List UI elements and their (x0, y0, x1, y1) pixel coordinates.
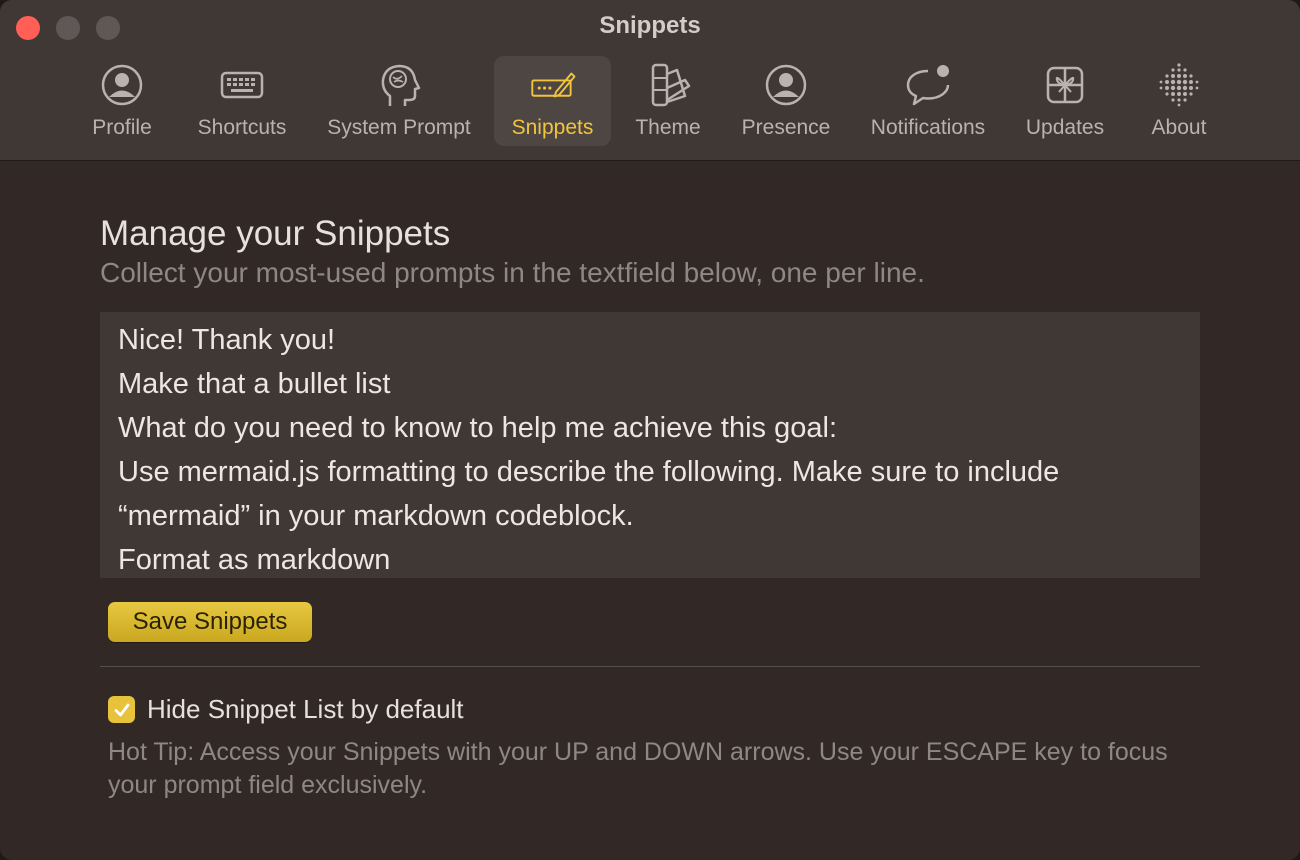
window-title: Snippets (599, 12, 701, 39)
keyboard-icon (219, 62, 265, 108)
divider (100, 666, 1200, 667)
snippet-line: Nice! Thank you! (118, 324, 336, 356)
snippet-line: What do you need to know to help me achi… (118, 412, 837, 444)
snippets-textarea[interactable]: Nice! Thank you! Make that a bullet list… (100, 312, 1200, 578)
tab-system-prompt[interactable]: System Prompt (314, 56, 484, 146)
hide-snippet-list-label: Hide Snippet List by default (147, 694, 464, 724)
page-title: Manage your Snippets (100, 214, 451, 253)
snippet-line: Use mermaid.js formatting to describe th… (118, 456, 1060, 488)
snippet-line: Format as markdown (118, 544, 391, 576)
snippet-line: “mermaid” in your markdown codeblock. (118, 500, 634, 532)
head-brain-icon (376, 62, 422, 108)
person-circle-icon (99, 62, 145, 108)
tab-label: Updates (1025, 116, 1105, 139)
tab-notifications[interactable]: Notifications (856, 56, 1000, 146)
tab-about[interactable]: About (1138, 56, 1220, 146)
tab-label: Snippets (511, 116, 594, 139)
tab-label: Presence (741, 116, 831, 139)
page-subtitle: Collect your most-used prompts in the te… (100, 257, 925, 288)
preferences-window: Snippets Profile Shortcuts System Prompt (0, 0, 1300, 860)
tab-updates[interactable]: Updates (1016, 56, 1114, 146)
tab-label: About (1151, 116, 1207, 139)
tab-label: System Prompt (327, 116, 471, 139)
tab-shortcuts[interactable]: Shortcuts (184, 56, 300, 146)
gift-box-icon (1042, 62, 1088, 108)
tab-presence[interactable]: Presence (728, 56, 844, 146)
tab-theme[interactable]: Theme (625, 56, 711, 146)
snippet-line: Make that a bullet list (118, 368, 391, 400)
hot-tip-text: Hot Tip: Access your Snippets with your … (108, 738, 1168, 799)
dots-sphere-icon (1156, 62, 1202, 108)
tab-profile[interactable]: Profile (80, 56, 164, 146)
tab-label: Shortcuts (197, 116, 287, 139)
swatches-icon (645, 62, 691, 108)
hide-snippet-list-checkbox[interactable] (108, 696, 135, 723)
hide-snippet-list-option[interactable]: Hide Snippet List by default (108, 694, 464, 725)
tab-label: Notifications (870, 116, 986, 139)
tab-snippets[interactable]: Snippets (494, 56, 611, 146)
tab-label: Theme (635, 116, 701, 139)
pen-text-icon (530, 62, 576, 108)
save-snippets-button[interactable]: Save Snippets (108, 602, 312, 642)
person-circle-icon (763, 62, 809, 108)
tab-label: Profile (92, 116, 152, 139)
checkmark-icon (114, 703, 129, 716)
toolbar: Snippets Profile Shortcuts System Prompt (0, 0, 1300, 161)
chat-bubble-badge-icon (905, 62, 951, 108)
